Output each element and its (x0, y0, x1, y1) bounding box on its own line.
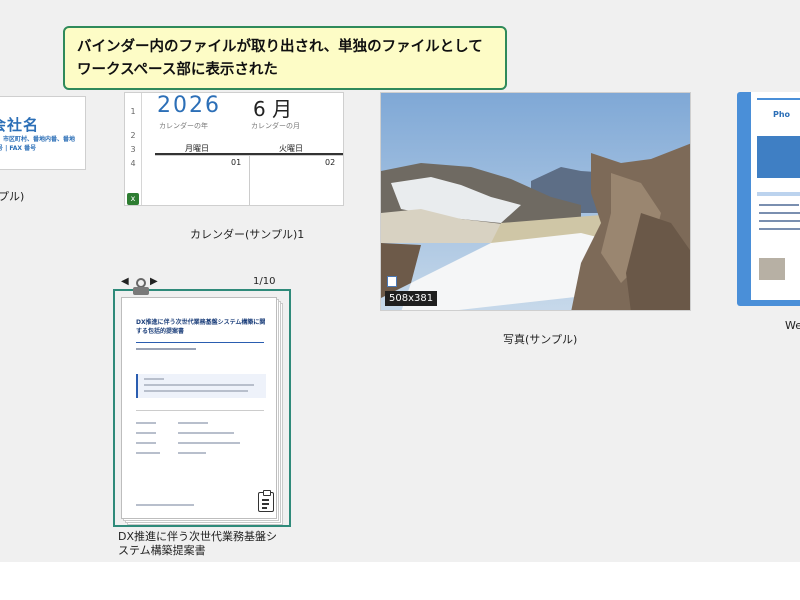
card-company-name: 会社名 (0, 116, 40, 134)
summary-line (144, 390, 248, 392)
web-image-block (759, 258, 785, 280)
binder-clip-icon (133, 278, 149, 295)
row-number: 4 (130, 159, 136, 168)
grid-line (249, 156, 250, 205)
meta-value (178, 422, 208, 424)
separator-line (136, 410, 264, 411)
workspace: バインダー内のファイルが取り出され、単独のファイルとして ワークスペース部に表示… (0, 0, 800, 562)
callout-line-2: ワークスペース部に表示された (77, 62, 278, 78)
web-page-content: Pho F (751, 92, 800, 300)
excel-icon: x (127, 193, 139, 205)
callout-annotation: バインダー内のファイルが取り出され、単独のファイルとして ワークスペース部に表示… (63, 26, 507, 90)
row-number: 1 (130, 107, 136, 116)
calendar-year-label: カレンダーの年 (159, 122, 208, 130)
web-header-text: Pho (773, 110, 791, 119)
meta-key (136, 422, 156, 424)
web-text-line (759, 204, 799, 206)
calendar-month: 6 月 (253, 97, 293, 121)
caption-line-1: DX推進に伴う次世代業務基盤シ (118, 530, 278, 543)
web-text-line (759, 212, 800, 214)
web-header-line (757, 98, 800, 100)
web-text-line (759, 220, 800, 222)
calendar-month-label: カレンダーの月 (251, 122, 300, 130)
calendar-row-numbers: 1 2 3 4 (125, 93, 142, 205)
document-front-page: DX推進に伴う次世代業務基盤システム構築に関する包括的提案書 (121, 297, 277, 519)
meta-key (136, 452, 160, 454)
date-cell: 02 (325, 158, 336, 167)
mountain-landscape-image (381, 93, 690, 310)
weekday-monday: 月曜日 (185, 144, 209, 153)
calendar-grid: 01 02 (155, 155, 343, 205)
business-card-thumbnail[interactable]: 会社名 県、市区町村、番地内番、番地 番号 | FAX 番号 (0, 96, 86, 170)
row-number: 2 (130, 131, 136, 140)
meta-key (136, 432, 156, 434)
image-file-icon (387, 276, 397, 287)
card-contact: 番号 | FAX 番号 (0, 145, 37, 152)
web-hero-banner (757, 136, 800, 178)
meta-value (178, 432, 234, 434)
meta-key (136, 442, 156, 444)
next-page-icon[interactable]: ▶ (150, 276, 158, 287)
weekday-tuesday: 火曜日 (279, 144, 303, 153)
calendar-caption: カレンダー(サンプル)1 (190, 228, 305, 241)
row-number: 3 (130, 145, 136, 154)
callout-line-1: バインダー内のファイルが取り出され、単独のファイルとして (77, 39, 483, 55)
binder-document-thumbnail[interactable]: DX推進に伴う次世代業務基盤システム構築に関する包括的提案書 (113, 289, 291, 527)
previous-page-icon[interactable]: ◀ (121, 276, 129, 287)
photo-caption: 写真(サンプル) (503, 333, 578, 346)
calendar-weekday-header: 月曜日 火曜日 (155, 143, 343, 155)
summary-line (144, 384, 254, 386)
document-summary-box (136, 374, 266, 398)
binder-page-count: 1/10 (253, 276, 276, 287)
title-rule (136, 342, 264, 343)
web-nav-bar (757, 192, 800, 196)
web-page-thumbnail[interactable]: Pho F (737, 92, 800, 306)
meta-value (178, 442, 240, 444)
document-subtitle-line (136, 348, 196, 350)
card-address: 県、市区町村、番地内番、番地 (0, 136, 76, 143)
document-title: DX推進に伴う次世代業務基盤システム構築に関する包括的提案書 (136, 319, 266, 335)
caption-line-2: ステム構築提案書 (118, 544, 206, 557)
calendar-year: 2026 (157, 93, 221, 118)
business-card-caption: プル) (0, 190, 25, 203)
image-size-tag: 508x381 (385, 291, 438, 306)
calendar-thumbnail[interactable]: 1 2 3 4 2026 カレンダーの年 6 月 カレンダーの月 月曜日 火曜日… (124, 92, 344, 206)
meta-value (178, 452, 206, 454)
summary-line (144, 378, 164, 380)
footer-line (136, 504, 194, 506)
web-caption: We (785, 319, 800, 332)
photo-thumbnail[interactable]: 508x381 (380, 92, 691, 311)
binder-document-caption: DX推進に伴う次世代業務基盤シ ステム構築提案書 (118, 530, 298, 558)
date-cell: 01 (231, 158, 242, 167)
web-text-line (759, 228, 800, 230)
memo-icon (258, 490, 274, 512)
